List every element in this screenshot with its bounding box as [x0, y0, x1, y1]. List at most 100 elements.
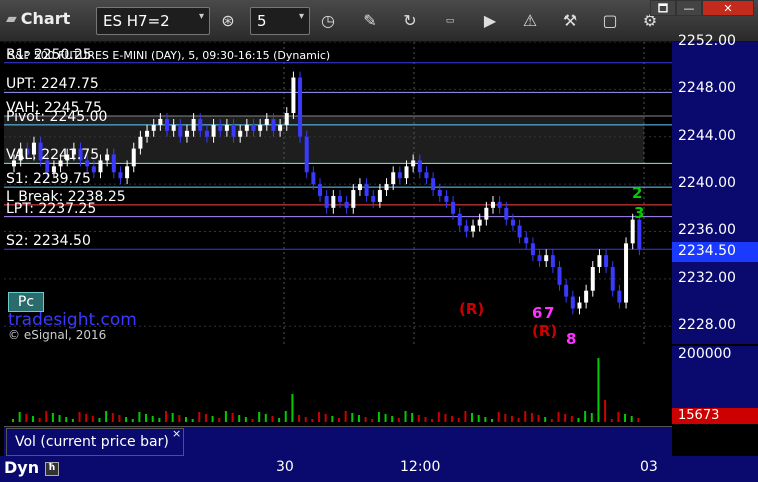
volume-bar	[404, 411, 407, 422]
volume-bar	[71, 419, 74, 422]
volume-bar	[191, 419, 194, 422]
play-icon[interactable]: ▶	[476, 7, 504, 35]
candle-body	[131, 148, 136, 167]
chevron-down-icon[interactable]: ▾	[199, 11, 204, 22]
candle-body	[211, 124, 216, 137]
volume-bar	[431, 419, 434, 422]
candle-body	[484, 207, 489, 220]
volume-bar	[357, 415, 360, 422]
chevron-down-icon[interactable]: ▾	[299, 11, 304, 22]
volume-bar	[98, 418, 101, 422]
volume-bar	[344, 411, 347, 422]
volume-bar	[477, 415, 480, 422]
candle-body	[537, 255, 542, 262]
volume-tick: 200000	[678, 346, 732, 362]
volume-bar	[138, 412, 141, 422]
candle-body	[351, 190, 356, 208]
lock-icon[interactable]: ħ	[44, 461, 59, 476]
candle-body	[318, 184, 323, 196]
symbol-field[interactable]: ES H7=2 ▾	[96, 7, 210, 35]
price-chart[interactable]: (R) (R) 2 3 6 7 8 S&P 500 FUTURES E-MINI (DAY)…	[4, 41, 672, 348]
alert-icon[interactable]: ⚠	[516, 7, 544, 35]
volume-bar	[218, 418, 221, 422]
dyn-label[interactable]: Dyn ħ	[4, 458, 59, 477]
chart-toolbar: ▰ Chart ES H7=2 ▾ ⊛ 5 ▾ ◷ ✎ ↻ ▭ ▶ ⚠ ⚒ ▢ …	[0, 0, 758, 42]
candle-body	[457, 213, 462, 226]
close-button[interactable]: ✕	[702, 0, 754, 16]
volume-bar	[504, 414, 507, 422]
volume-bar	[284, 411, 287, 422]
get-icon[interactable]: ▭	[436, 7, 464, 35]
volume-bar	[204, 414, 207, 422]
interval-field[interactable]: 5 ▾	[250, 7, 310, 35]
candle-body	[464, 225, 469, 232]
candle-body	[424, 172, 429, 179]
minimize-button[interactable]: —	[676, 0, 702, 16]
candle-body	[337, 195, 342, 202]
candle-body	[604, 255, 609, 268]
price-tick: 2236.00	[678, 222, 736, 239]
volume-bar	[377, 412, 380, 422]
candle-body	[417, 160, 422, 173]
volume-bar	[371, 419, 374, 422]
volume-bar	[451, 416, 454, 422]
volume-bar	[178, 415, 181, 422]
volume-bar	[224, 411, 227, 422]
volume-bar	[51, 413, 54, 422]
volume-axis[interactable]: 200000 15673	[672, 346, 758, 424]
candle-body	[490, 201, 495, 208]
volume-bar	[384, 414, 387, 422]
close-icon[interactable]: ×	[172, 427, 181, 440]
volume-bar	[311, 419, 314, 422]
volume-bar	[597, 358, 600, 422]
restore-button[interactable]: 🗖	[650, 0, 676, 16]
volume-bar	[490, 419, 493, 422]
candle-body	[138, 136, 143, 149]
candle-body	[404, 166, 409, 179]
volume-bar	[58, 415, 61, 422]
window-title: ▰ Chart	[6, 9, 71, 28]
volume-bar	[497, 412, 500, 422]
level-label: UPT: 2247.75	[6, 76, 99, 93]
candle-body	[570, 296, 575, 309]
link-icon[interactable]: ⊛	[214, 7, 242, 35]
volume-bar	[278, 418, 281, 422]
volume-bar	[351, 413, 354, 422]
volume-legend-box[interactable]: Vol (current price bar)	[6, 428, 184, 456]
volume-bar	[550, 419, 553, 422]
candle-body	[271, 118, 276, 131]
candle-body	[391, 172, 396, 185]
clock-icon[interactable]: ◷	[314, 7, 342, 35]
candle-body	[344, 201, 349, 208]
level-label: R1: 2250.25	[6, 46, 92, 63]
volume-legend: Vol (current price bar) ×	[4, 426, 672, 456]
chart-annotation: 2	[632, 184, 642, 202]
volume-bar	[517, 418, 520, 422]
comment-icon[interactable]: ▢	[596, 7, 624, 35]
candle-body	[251, 124, 256, 131]
price-axis[interactable]: 2252.00 2248.00 2244.00 2240.00 2236.00 2232.…	[672, 33, 758, 344]
chart-icon: ▰	[6, 10, 17, 27]
pencil-icon[interactable]: ✎	[356, 7, 384, 35]
volume-bar	[111, 413, 114, 422]
candle-body	[331, 195, 336, 208]
refresh-icon[interactable]: ↻	[396, 7, 424, 35]
tools-icon[interactable]: ⚒	[556, 7, 584, 35]
volume-panel[interactable]	[4, 346, 672, 424]
volume-bar	[624, 414, 627, 422]
time-axis[interactable]: Dyn ħ 30 12:00 03	[0, 456, 758, 482]
volume-bar	[304, 417, 307, 422]
volume-bar	[484, 417, 487, 422]
candle-body	[630, 219, 635, 244]
candle-body	[431, 178, 436, 191]
volume-bar	[78, 412, 81, 422]
volume-bar	[264, 414, 267, 422]
volume-bar	[131, 419, 134, 422]
candle-body	[624, 243, 629, 303]
volume-bar	[291, 394, 294, 422]
candle-body	[125, 166, 130, 179]
volume-bar	[397, 418, 400, 422]
pc-button[interactable]: Pc	[8, 292, 44, 312]
candle-body	[258, 124, 263, 131]
volume-bar	[251, 419, 254, 422]
